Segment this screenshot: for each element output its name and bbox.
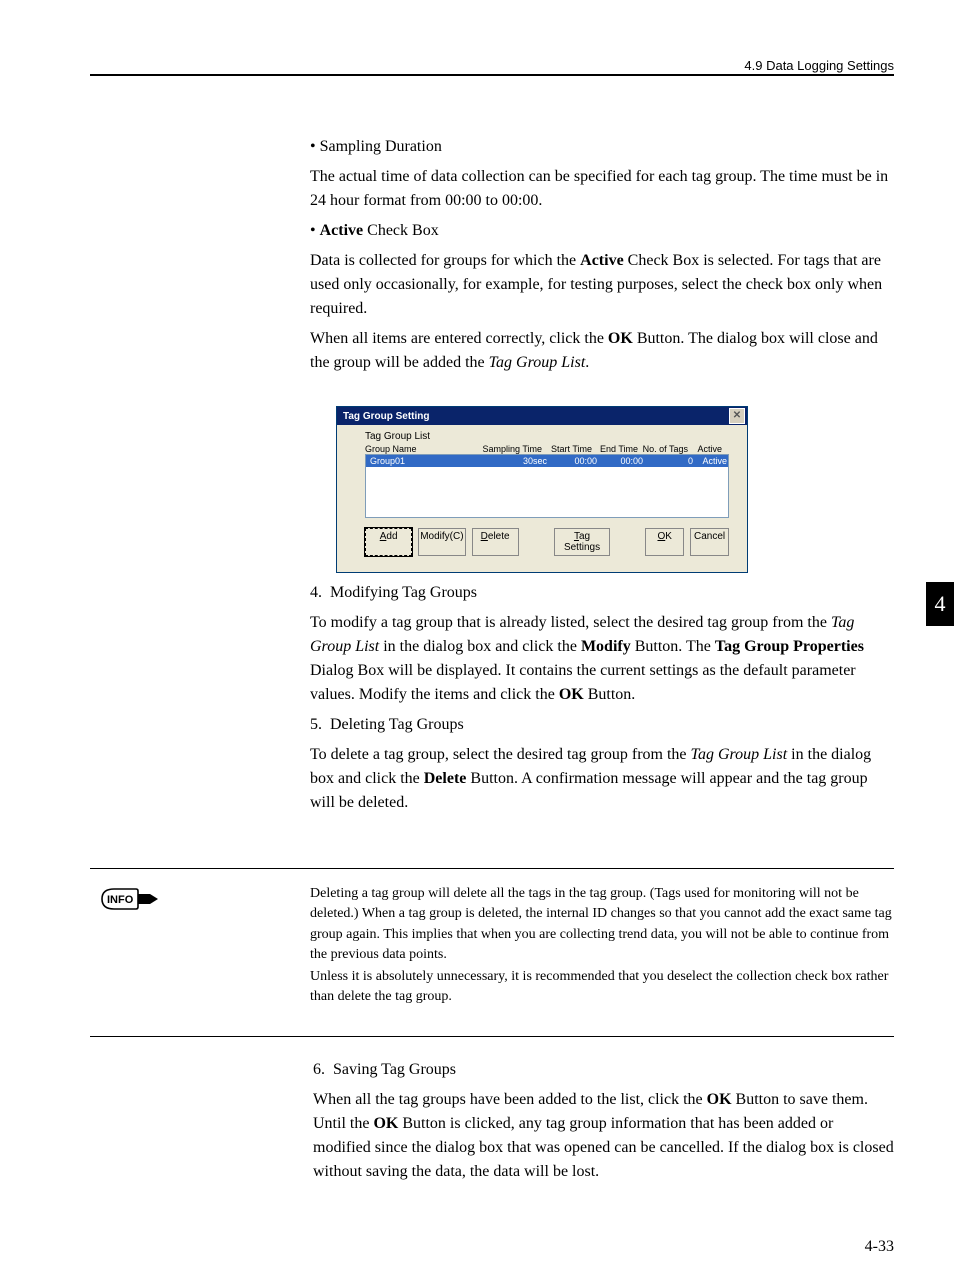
num: 6. bbox=[313, 1061, 325, 1078]
cell-tags: 0 bbox=[643, 455, 693, 467]
dialog-titlebar: Tag Group Setting ✕ bbox=[337, 407, 747, 425]
item-4-heading: 4. Modifying Tag Groups bbox=[310, 581, 894, 605]
t: in the dialog box and click the bbox=[379, 638, 581, 655]
bullet-sampling-duration: Sampling Duration bbox=[310, 135, 894, 159]
page-header: 4.9 Data Logging Settings bbox=[90, 58, 894, 73]
active-desc: Data is collected for groups for which t… bbox=[310, 249, 894, 321]
cell-start: 00:00 bbox=[547, 455, 597, 467]
col-start-time: Start Time bbox=[542, 444, 592, 454]
text-italic: Tag Group List bbox=[489, 354, 586, 371]
t: dd bbox=[386, 531, 397, 542]
text: Check Box bbox=[363, 222, 439, 239]
t: K bbox=[665, 531, 672, 542]
cell-samp: 30sec bbox=[485, 455, 547, 467]
info-p1: Deleting a tag group will delete all the… bbox=[310, 884, 894, 965]
t: To delete a tag group, select the desire… bbox=[310, 746, 691, 763]
text-bold: Active bbox=[320, 222, 364, 239]
tag-group-setting-dialog: Tag Group Setting ✕ Tag Group List Group… bbox=[336, 406, 748, 573]
text: Data is collected for groups for which t… bbox=[310, 252, 580, 269]
add-button[interactable]: Add bbox=[365, 528, 412, 556]
modify-button[interactable]: Modify(C) bbox=[418, 528, 465, 556]
item-4-body: To modify a tag group that is already li… bbox=[310, 611, 894, 707]
info-text: Deleting a tag group will delete all the… bbox=[310, 884, 894, 1010]
sampling-duration-desc: The actual time of data collection can b… bbox=[310, 165, 894, 213]
t: elete bbox=[488, 531, 510, 542]
t: To modify a tag group that is already li… bbox=[310, 614, 831, 631]
table-row[interactable]: Group01 30sec 00:00 00:00 0 Active bbox=[366, 455, 728, 467]
cancel-button[interactable]: Cancel bbox=[690, 528, 729, 556]
t: Modify bbox=[581, 638, 631, 655]
t: ag Settings bbox=[564, 531, 600, 553]
cell-end: 00:00 bbox=[597, 455, 643, 467]
tag-settings-button[interactable]: Tag Settings bbox=[554, 528, 610, 556]
col-active: Active bbox=[688, 444, 722, 454]
t: Button. bbox=[584, 686, 636, 703]
t: OK bbox=[373, 1115, 398, 1132]
close-icon[interactable]: ✕ bbox=[729, 408, 745, 424]
text: . bbox=[585, 354, 589, 371]
text-bold: OK bbox=[608, 330, 633, 347]
ok-button[interactable]: OK bbox=[645, 528, 684, 556]
page-number: 4-33 bbox=[865, 1238, 894, 1256]
col-sampling-time: Sampling Time bbox=[480, 444, 542, 454]
col-group-name: Group Name bbox=[365, 444, 480, 454]
cell-active: Active bbox=[693, 455, 727, 467]
ok-desc: When all items are entered correctly, cl… bbox=[310, 327, 894, 375]
num: 5. bbox=[310, 716, 322, 733]
tag-group-list-label: Tag Group List bbox=[365, 431, 729, 442]
col-end-time: End Time bbox=[592, 444, 638, 454]
info-label: INFO bbox=[107, 894, 134, 906]
delete-button[interactable]: Delete bbox=[472, 528, 519, 556]
text: When all items are entered correctly, cl… bbox=[310, 330, 608, 347]
dialog-title-text: Tag Group Setting bbox=[343, 411, 429, 422]
tag-group-listbox[interactable]: Group01 30sec 00:00 00:00 0 Active bbox=[365, 454, 729, 518]
t: Tag Group List bbox=[691, 746, 788, 763]
title: Saving Tag Groups bbox=[333, 1061, 456, 1078]
t: Button is clicked, any tag group informa… bbox=[313, 1115, 894, 1180]
main-content-2: 6. Saving Tag Groups When all the tag gr… bbox=[313, 1058, 894, 1190]
info-p2: Unless it is absolutely unnecessary, it … bbox=[310, 967, 894, 1008]
header-rule bbox=[90, 74, 894, 76]
col-no-of-tags: No. of Tags bbox=[638, 444, 688, 454]
num: 4. bbox=[310, 584, 322, 601]
info-rule-bottom bbox=[90, 1036, 894, 1037]
t: Tag Group Properties bbox=[715, 638, 864, 655]
t: OK bbox=[707, 1091, 732, 1108]
item-6-heading: 6. Saving Tag Groups bbox=[313, 1058, 894, 1082]
info-icon: INFO bbox=[98, 886, 150, 910]
info-rule-top bbox=[90, 868, 894, 869]
cell-name: Group01 bbox=[366, 455, 485, 467]
text-bold: Active bbox=[580, 252, 624, 269]
list-header: Group Name Sampling Time Start Time End … bbox=[365, 444, 729, 454]
chapter-tab: 4 bbox=[926, 582, 954, 626]
t: Button. The bbox=[631, 638, 715, 655]
item-5-heading: 5. Deleting Tag Groups bbox=[310, 713, 894, 737]
t: OK bbox=[559, 686, 584, 703]
item-5-body: To delete a tag group, select the desire… bbox=[310, 743, 894, 815]
title: Deleting Tag Groups bbox=[330, 716, 464, 733]
bullet-active-checkbox: Active Check Box bbox=[310, 219, 894, 243]
t: When all the tag groups have been added … bbox=[313, 1091, 707, 1108]
t: Delete bbox=[424, 770, 467, 787]
title: Modifying Tag Groups bbox=[330, 584, 477, 601]
text: Sampling Duration bbox=[320, 138, 442, 155]
item-6-body: When all the tag groups have been added … bbox=[313, 1088, 894, 1184]
dialog-button-row: Add Modify(C) Delete Tag Settings OK Can… bbox=[365, 528, 729, 556]
